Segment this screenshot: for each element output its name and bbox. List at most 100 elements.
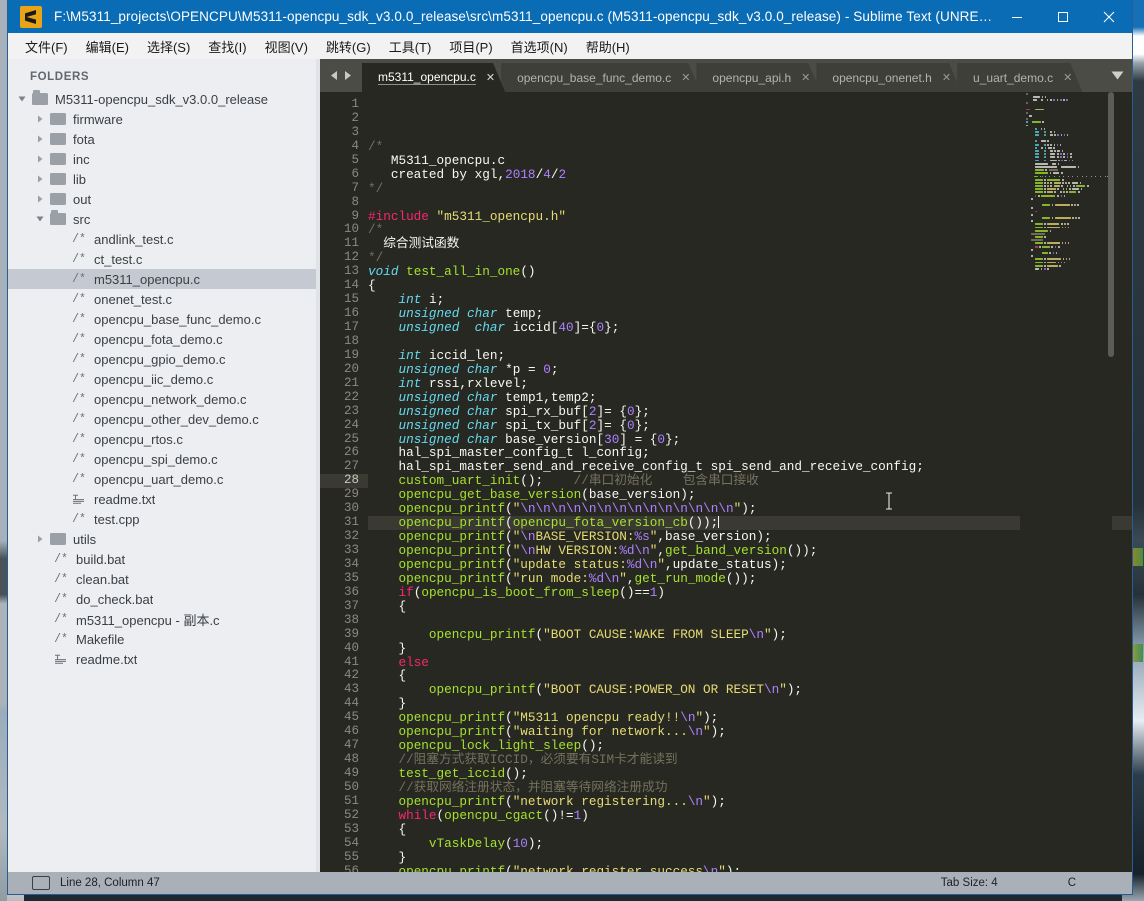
code-line[interactable]: unsigned char iccid[40]={0}; — [368, 321, 1132, 335]
minimap-viewport-scrollbar[interactable] — [1108, 92, 1114, 357]
code-line[interactable]: */ — [368, 251, 1132, 265]
code-line[interactable] — [368, 614, 1132, 628]
file-item[interactable]: /* do_check.bat — [8, 589, 320, 609]
code-line[interactable] — [368, 335, 1132, 349]
code-line[interactable]: void test_all_in_one() — [368, 265, 1132, 279]
menu-item-0[interactable]: 文件(F) — [16, 34, 77, 59]
folder-item[interactable]: M5311-opencpu_sdk_v3.0.0_release — [8, 89, 320, 109]
chevron-right-icon[interactable] — [34, 149, 46, 169]
folder-item[interactable]: utils — [8, 529, 320, 549]
code-line[interactable]: unsigned char spi_rx_buf[2]= {0}; — [368, 404, 1132, 419]
file-item[interactable]: /* clean.bat — [8, 569, 320, 589]
folder-item[interactable]: src — [8, 209, 320, 229]
chevron-right-icon[interactable] — [34, 529, 46, 549]
code-text[interactable]: /* M5311_opencpu.c created by xgl,2018/4… — [368, 92, 1132, 872]
code-line[interactable]: /* — [368, 223, 1132, 237]
close-button[interactable] — [1086, 0, 1132, 33]
tab-close-icon[interactable]: ✕ — [801, 71, 810, 84]
menu-item-4[interactable]: 视图(V) — [256, 34, 317, 59]
code-line[interactable]: if(opencpu_is_boot_from_sleep()==1) — [368, 585, 1132, 600]
file-item[interactable]: readme.txt — [8, 649, 320, 669]
menu-item-1[interactable]: 编辑(E) — [77, 34, 138, 59]
folder-item[interactable]: firmware — [8, 109, 320, 129]
code-line[interactable]: unsigned char spi_tx_buf[2]= {0}; — [368, 418, 1132, 433]
file-item[interactable]: /* Makefile — [8, 629, 320, 649]
editor-tab[interactable]: opencpu_api.h ✕ — [696, 63, 820, 92]
code-line[interactable]: { — [368, 669, 1132, 683]
file-item[interactable]: /* m5311_opencpu - 副本.c — [8, 609, 320, 629]
code-line[interactable]: } — [368, 697, 1132, 711]
tab-overflow-menu-button[interactable] — [1102, 59, 1132, 92]
code-line[interactable]: } — [368, 850, 1132, 865]
tab-close-icon[interactable]: ✕ — [681, 71, 690, 84]
code-line[interactable]: unsigned char *p = 0; — [368, 362, 1132, 377]
file-item[interactable]: /* opencpu_spi_demo.c — [8, 449, 320, 469]
code-line[interactable]: while(opencpu_cgact()!=1) — [368, 808, 1132, 823]
code-line[interactable]: test_get_iccid(); — [368, 767, 1132, 781]
code-line[interactable]: custom_uart_init(); //串口初始化 包含串口接收 — [368, 474, 1132, 488]
folder-item[interactable]: inc — [8, 149, 320, 169]
code-line[interactable]: int rssi,rxlevel; — [368, 376, 1132, 391]
editor-tab[interactable]: m5311_opencpu.c ✕ — [362, 63, 505, 92]
file-item[interactable]: /* ct_test.c — [8, 249, 320, 269]
chevron-down-icon[interactable] — [16, 89, 28, 109]
tab-prev-arrow-icon[interactable] — [330, 70, 339, 81]
tab-close-icon[interactable]: ✕ — [942, 71, 951, 84]
code-line[interactable]: opencpu_printf("\nBASE_VERSION:%s",base_… — [368, 530, 1132, 544]
tab-next-arrow-icon[interactable] — [343, 70, 352, 81]
menu-item-7[interactable]: 项目(P) — [440, 34, 501, 59]
code-line[interactable]: */ — [368, 181, 1132, 196]
code-line[interactable]: opencpu_get_base_version(base_version); — [368, 488, 1132, 502]
code-line[interactable]: else — [368, 655, 1132, 670]
file-item[interactable]: /* test.cpp — [8, 509, 320, 529]
file-item[interactable]: /* m5311_opencpu.c — [8, 269, 320, 289]
code-line[interactable]: opencpu_printf("\nHW VERSION:%d\n",get_b… — [368, 544, 1132, 558]
menu-item-6[interactable]: 工具(T) — [380, 34, 441, 59]
code-area[interactable]: 1 2 3 4 5 6 7 8 9 10 11 12 13 14 15 16 17 18 19 20 21 22 23 24 2… — [320, 92, 1132, 872]
file-item[interactable]: /* opencpu_uart_demo.c — [8, 469, 320, 489]
code-line[interactable]: opencpu_printf("BOOT CAUSE:WAKE FROM SLE… — [368, 627, 1132, 642]
code-line[interactable]: int iccid_len; — [368, 348, 1132, 363]
code-line[interactable]: opencpu_printf("\n\n\n\n\n\n\n\n\n\n\n\n… — [368, 502, 1132, 516]
minimap[interactable] — [1020, 92, 1112, 872]
folder-item[interactable]: lib — [8, 169, 320, 189]
file-item[interactable]: /* opencpu_iic_demo.c — [8, 369, 320, 389]
code-line[interactable]: //获取网络注册状态，并阻塞等待网络注册成功 — [368, 781, 1132, 795]
file-item[interactable]: /* opencpu_other_dev_demo.c — [8, 409, 320, 429]
code-line[interactable]: created by xgl,2018/4/2 — [368, 167, 1132, 182]
code-line[interactable]: vTaskDelay(10); — [368, 836, 1132, 851]
menu-item-9[interactable]: 帮助(H) — [577, 34, 639, 59]
code-line[interactable]: { — [368, 599, 1132, 614]
code-line[interactable] — [368, 196, 1132, 210]
chevron-right-icon[interactable] — [34, 109, 46, 129]
folder-item[interactable]: fota — [8, 129, 320, 149]
file-item[interactable]: /* opencpu_fota_demo.c — [8, 329, 320, 349]
maximize-button[interactable] — [1040, 0, 1086, 33]
code-line[interactable]: #include "m5311_opencpu.h" — [368, 209, 1132, 224]
code-line[interactable]: hal_spi_master_config_t l_config; — [368, 446, 1132, 460]
sidebar-toggle-icon[interactable] — [32, 876, 50, 890]
code-line[interactable]: opencpu_printf("run mode:%d\n",get_run_m… — [368, 571, 1132, 586]
menu-item-2[interactable]: 选择(S) — [138, 34, 199, 59]
file-item[interactable]: /* opencpu_base_func_demo.c — [8, 309, 320, 329]
code-line[interactable]: unsigned char temp; — [368, 307, 1132, 321]
code-line[interactable]: { — [368, 279, 1132, 293]
folder-item[interactable]: out — [8, 189, 320, 209]
file-item[interactable]: /* opencpu_gpio_demo.c — [8, 349, 320, 369]
file-item[interactable]: /* opencpu_rtos.c — [8, 429, 320, 449]
tab-close-icon[interactable]: ✕ — [486, 71, 495, 84]
tab-close-icon[interactable]: ✕ — [1063, 71, 1072, 84]
code-line[interactable]: 综合测试函数 — [368, 237, 1132, 251]
code-line[interactable]: opencpu_printf("M5311 opencpu ready!!\n"… — [368, 711, 1132, 725]
chevron-right-icon[interactable] — [34, 129, 46, 149]
code-line[interactable]: opencpu_printf("update status:%d\n",upda… — [368, 558, 1132, 572]
file-item[interactable]: /* onenet_test.c — [8, 289, 320, 309]
editor-tab[interactable]: opencpu_onenet.h ✕ — [816, 63, 961, 92]
chevron-right-icon[interactable] — [34, 189, 46, 209]
minimize-button[interactable] — [994, 0, 1040, 33]
code-line[interactable]: unsigned char base_version[30] = {0}; — [368, 432, 1132, 447]
file-item[interactable]: /* build.bat — [8, 549, 320, 569]
tab-size-indicator[interactable]: Tab Size: 4 — [941, 877, 998, 889]
chevron-right-icon[interactable] — [34, 169, 46, 189]
menu-item-3[interactable]: 查找(I) — [199, 34, 255, 59]
